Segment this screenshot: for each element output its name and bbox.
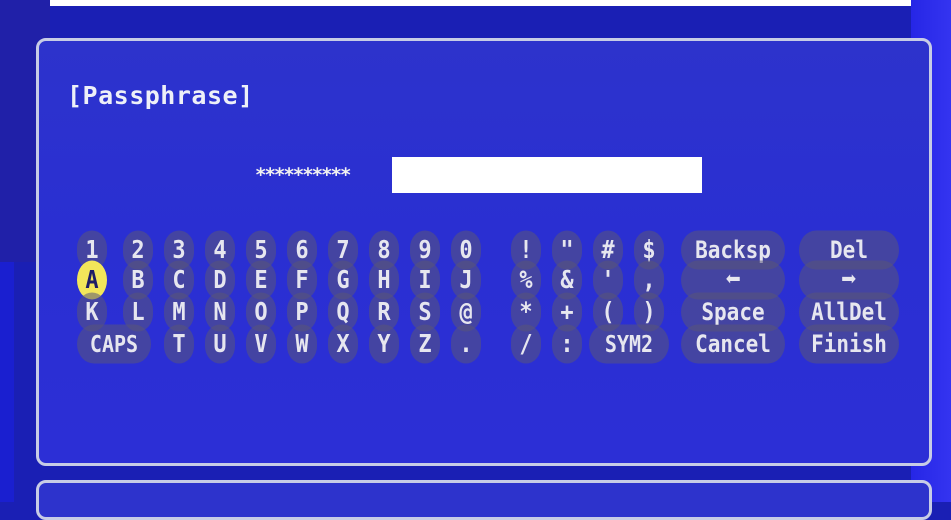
key-t[interactable]: T — [164, 324, 194, 364]
key-z[interactable]: Z — [410, 324, 440, 364]
top-edge — [0, 0, 951, 6]
sym2-button[interactable]: SYM2 — [589, 324, 669, 364]
lower-panel-edge — [36, 480, 932, 520]
caps-button[interactable]: CAPS — [77, 324, 151, 364]
finish-button[interactable]: Finish — [799, 324, 899, 364]
key-w[interactable]: W — [287, 324, 317, 364]
passphrase-dialog: [Passphrase] ********** 1 2 3 4 5 6 7 8 … — [36, 38, 932, 466]
passphrase-input[interactable] — [392, 157, 702, 193]
key-period[interactable]: . — [451, 324, 481, 364]
dialog-title: [Passphrase] — [67, 81, 254, 110]
key-slash[interactable]: / — [511, 324, 541, 364]
key-x[interactable]: X — [328, 324, 358, 364]
left-edge — [0, 262, 14, 502]
passphrase-field-row: ********** — [255, 157, 702, 193]
masked-passphrase: ********** — [255, 164, 351, 186]
key-v[interactable]: V — [246, 324, 276, 364]
cancel-button[interactable]: Cancel — [681, 324, 785, 364]
key-u[interactable]: U — [205, 324, 235, 364]
key-colon[interactable]: : — [552, 324, 582, 364]
key-y[interactable]: Y — [369, 324, 399, 364]
